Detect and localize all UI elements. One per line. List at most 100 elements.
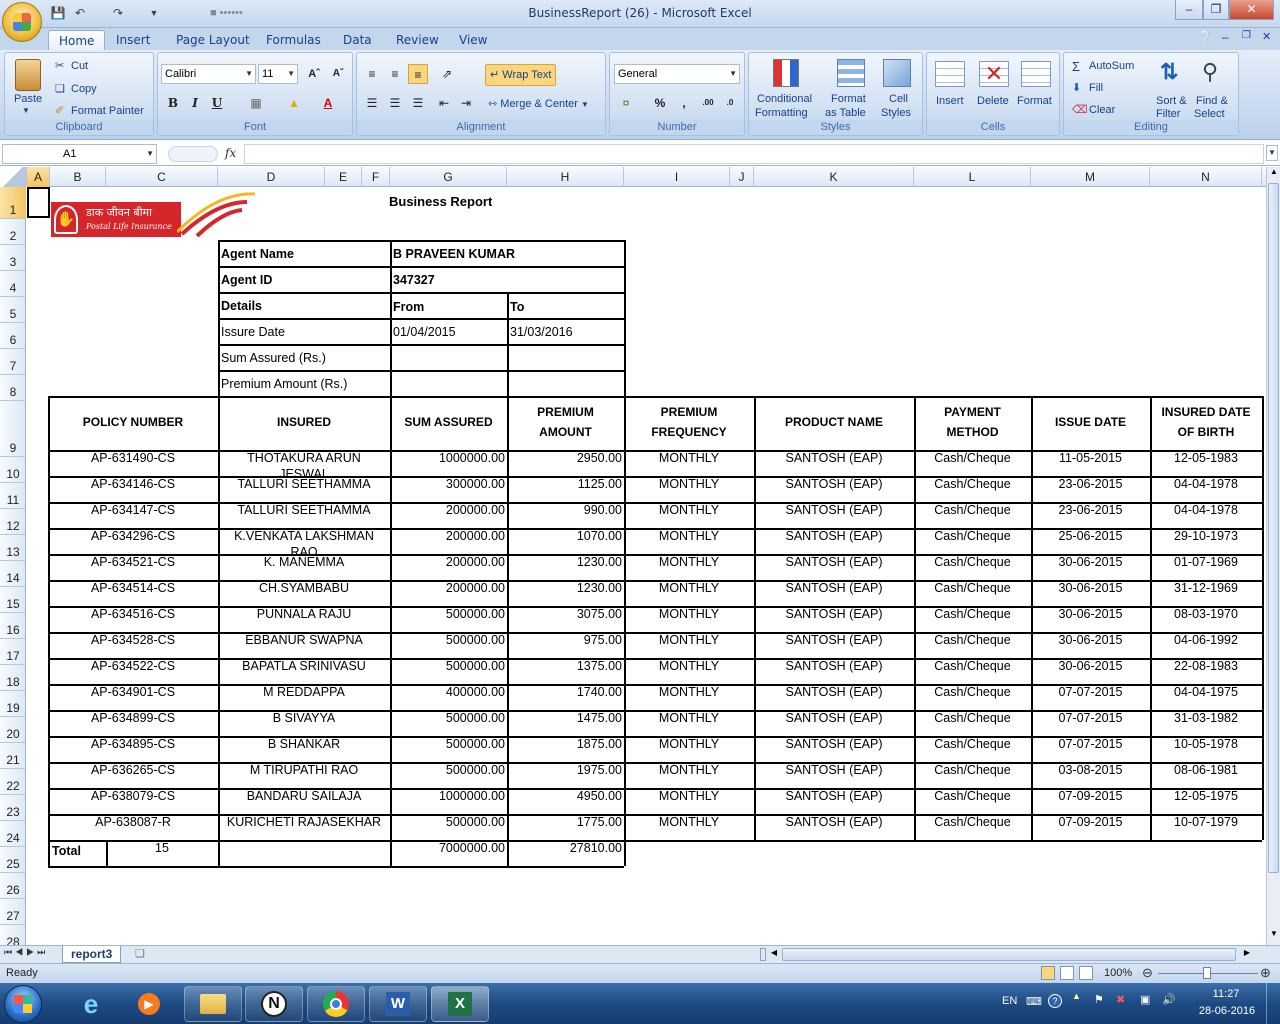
paste-icon[interactable] [15,59,41,91]
tab-review[interactable]: Review [386,30,449,50]
header-premium-amount-1[interactable]: PREMIUM [507,405,624,419]
decrease-indent-icon[interactable]: ⇤ [434,93,454,113]
format-cells-button[interactable]: Format [1017,95,1052,107]
premium-frequency-cell[interactable]: MONTHLY [624,711,754,725]
product-name-cell[interactable]: SANTOSH (EAP) [754,529,914,543]
orientation-icon[interactable]: ⇗ [437,64,457,84]
tab-split-handle[interactable] [760,948,766,961]
row-header-2[interactable]: 2 [0,219,26,245]
premium-amount-cell[interactable]: 1230.00 [507,581,622,595]
insured-cell[interactable]: TALLURI SEETHAMMA [218,477,390,491]
name-box[interactable]: A1 ▼ [2,144,157,164]
sum-assured-cell[interactable]: 500000.00 [390,711,505,725]
premium-frequency-cell[interactable]: MONTHLY [624,477,754,491]
underline-icon[interactable]: U [207,93,227,113]
align-left-icon[interactable]: ☰ [362,93,382,113]
row-header-16[interactable]: 16 [0,613,26,639]
header-premium-amount-2[interactable]: AMOUNT [507,425,624,439]
insured-cell[interactable]: KURICHETI RAJASEKHAR [218,815,390,829]
format-as-table-label-2[interactable]: as Table [825,107,866,119]
premium-frequency-cell[interactable]: MONTHLY [624,789,754,803]
column-header-m[interactable]: M [1031,167,1150,187]
policy-number-cell[interactable]: AP-634296-CS [48,529,218,543]
start-button[interactable] [4,985,42,1023]
policy-number-cell[interactable]: AP-634146-CS [48,477,218,491]
insured-cell[interactable]: B SIVAYYA [218,711,390,725]
zoom-in-icon[interactable]: ⊕ [1260,965,1271,981]
align-top-icon[interactable]: ≡ [362,64,382,84]
payment-method-cell[interactable]: Cash/Cheque [914,633,1031,647]
payment-method-cell[interactable]: Cash/Cheque [914,555,1031,569]
zoom-level[interactable]: 100% [1104,967,1132,979]
payment-method-cell[interactable]: Cash/Cheque [914,451,1031,465]
to-date-value[interactable]: 31/03/2016 [510,325,620,339]
row-header-11[interactable]: 11 [0,483,26,509]
font-size-combo[interactable]: 11 ▼ [258,64,298,84]
insert-function-icon[interactable]: fx [225,146,236,160]
internet-explorer-icon[interactable]: e [62,986,120,1022]
insured-cell[interactable]: M REDDAPPA [218,685,390,699]
align-right-icon[interactable]: ☰ [408,93,428,113]
row-header-10[interactable]: 10 [0,457,26,483]
increase-decimal-icon[interactable]: .00 [698,93,718,113]
agent-name-value[interactable]: B PRAVEEN KUMAR [393,247,623,261]
italic-icon[interactable]: I [185,93,205,113]
row-header-23[interactable]: 23 [0,795,26,821]
vertical-scrollbar[interactable]: ▲ ▼ [1266,167,1280,945]
premium-amount-cell[interactable]: 1975.00 [507,763,622,777]
premium-frequency-cell[interactable]: MONTHLY [624,451,754,465]
premium-amount-cell[interactable]: 2950.00 [507,451,622,465]
issue-date-cell[interactable]: 30-06-2015 [1031,581,1150,595]
premium-frequency-cell[interactable]: MONTHLY [624,737,754,751]
insert-sheet-icon[interactable]: ❏ [135,947,145,960]
total-premium[interactable]: 27810.00 [507,841,622,855]
autosum-button[interactable]: AutoSum [1089,60,1134,72]
header-dob-1[interactable]: INSURED DATE [1150,405,1262,419]
insured-dob-cell[interactable]: 10-07-1979 [1150,815,1262,829]
column-header-d[interactable]: D [218,167,325,187]
premium-amount-cell[interactable]: 975.00 [507,633,622,647]
sum-assured-cell[interactable]: 500000.00 [390,633,505,647]
insured-cell[interactable]: EBBANUR SWAPNA [218,633,390,647]
copy-icon[interactable]: ❏ [55,82,65,95]
total-label[interactable]: Total [52,844,102,858]
conditional-formatting-label-1[interactable]: Conditional [757,93,812,105]
row-header-25[interactable]: 25 [0,847,26,873]
fill-icon[interactable]: ⬇ [1072,81,1081,94]
page-layout-view-icon[interactable] [1060,966,1074,980]
premium-frequency-cell[interactable]: MONTHLY [624,633,754,647]
insured-dob-cell[interactable]: 04-04-1978 [1150,503,1262,517]
insured-overflow-cell[interactable]: JESWAL [218,467,390,476]
column-header-n[interactable]: N [1150,167,1262,187]
column-header-g[interactable]: G [390,167,507,187]
sum-assured-cell[interactable]: 500000.00 [390,737,505,751]
sum-assured-label[interactable]: Sum Assured (Rs.) [221,351,386,365]
normal-view-icon[interactable] [1041,966,1055,980]
paste-dropdown-icon[interactable]: ▼ [22,106,30,115]
product-name-cell[interactable]: SANTOSH (EAP) [754,685,914,699]
sum-assured-cell[interactable]: 200000.00 [390,555,505,569]
payment-method-cell[interactable]: Cash/Cheque [914,789,1031,803]
agent-id-label[interactable]: Agent ID [221,273,386,287]
premium-amount-cell[interactable]: 1125.00 [507,477,622,491]
premium-frequency-cell[interactable]: MONTHLY [624,815,754,829]
premium-amount-cell[interactable]: 1475.00 [507,711,622,725]
product-name-cell[interactable]: SANTOSH (EAP) [754,503,914,517]
policy-number-cell[interactable]: AP-631490-CS [48,451,218,465]
policy-number-cell[interactable]: AP-634516-CS [48,607,218,621]
policy-number-cell[interactable]: AP-634895-CS [48,737,218,751]
find-select-label-2[interactable]: Select [1194,108,1225,120]
product-name-cell[interactable]: SANTOSH (EAP) [754,581,914,595]
column-header-l[interactable]: L [914,167,1031,187]
insured-dob-cell[interactable]: 22-08-1983 [1150,659,1262,673]
row-header-18[interactable]: 18 [0,665,26,691]
cell-styles-label-1[interactable]: Cell [889,93,908,105]
insert-cells-button[interactable]: Insert [936,95,964,107]
sum-assured-cell[interactable]: 300000.00 [390,477,505,491]
column-header-e[interactable]: E [325,167,362,187]
sheet-nav-arrows-icon[interactable]: ⏮◀▶⏭ [4,947,48,958]
word-icon[interactable]: W [369,986,427,1022]
select-all-corner[interactable] [0,167,27,187]
cut-icon[interactable]: ✂ [55,59,64,72]
premium-amount-cell[interactable]: 1375.00 [507,659,622,673]
